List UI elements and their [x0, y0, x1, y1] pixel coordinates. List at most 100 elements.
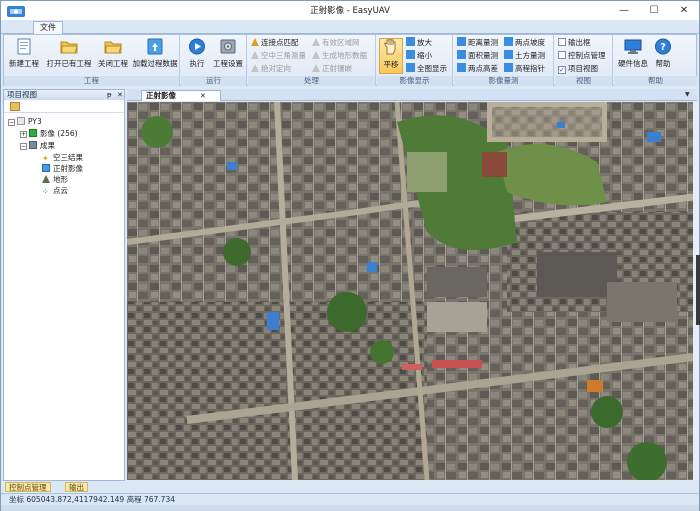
tab-control-points[interactable]: 控制点管理: [5, 482, 51, 492]
aerotriangulation-label: 空中三角测量: [261, 51, 306, 60]
slope-button[interactable]: 两点坡度: [504, 37, 545, 48]
aerotriangulation-button[interactable]: 空中三角测量: [251, 50, 306, 61]
area-measure-button[interactable]: 面积量测: [457, 50, 498, 61]
control-point-label: 控制点管理: [568, 51, 606, 60]
group-view-label: 视图: [555, 76, 612, 86]
document-tab-strip: 正射影像 ✕ ▼: [127, 89, 697, 101]
control-point-checkbox[interactable]: [558, 51, 566, 59]
monitor-icon: [624, 39, 642, 54]
panel-close-icon[interactable]: ✕: [117, 90, 123, 100]
pan-button[interactable]: 平移: [379, 38, 403, 74]
minimize-button[interactable]: —: [609, 1, 639, 20]
ortho-mosaic-button[interactable]: 正射镶嵌: [312, 63, 352, 74]
tree-item-results[interactable]: − 成果: [20, 140, 55, 151]
collapse-icon[interactable]: −: [8, 119, 15, 126]
elevation-icon: [504, 63, 513, 72]
tree-images-label: 影像 (256): [40, 129, 78, 138]
tree-item-terrain[interactable]: 地形: [42, 174, 68, 185]
expand-icon[interactable]: +: [20, 131, 27, 138]
load-process-data-label: 加载过程数据: [132, 59, 178, 68]
execute-label: 执行: [189, 59, 205, 68]
group-project-label: 工程: [4, 76, 179, 86]
group-process-label: 处理: [248, 76, 375, 86]
results-icon: [29, 141, 37, 149]
control-point-toggle[interactable]: 控制点管理: [558, 50, 606, 61]
new-project-label: 新建工程: [9, 59, 39, 68]
hardware-info-button[interactable]: 硬件信息: [616, 38, 650, 74]
group-image-display-label: 影像显示: [377, 76, 452, 86]
zoom-out-button[interactable]: 缩小: [406, 50, 432, 61]
tree-item-orthophoto[interactable]: 正射影像: [42, 163, 83, 174]
app-window: 正射影像 - EasyUAV — ☐ ✕ 文件 新建工程 打开已有工程 关闭工程: [0, 0, 700, 511]
area-measure-label: 面积量测: [468, 51, 498, 60]
height-diff-button[interactable]: 两点高差: [457, 63, 498, 74]
tree-item-pointcloud[interactable]: ⁘ 点云: [42, 185, 68, 196]
group-help-label: 帮助: [614, 76, 697, 86]
warning-icon: [251, 64, 259, 72]
bottom-border: [1, 505, 699, 511]
project-view-label: 项目视图: [568, 64, 598, 73]
distance-measure-button[interactable]: 距离量测: [457, 37, 498, 48]
absolute-orientation-label: 绝对定向: [261, 64, 291, 73]
tab-file[interactable]: 文件: [33, 21, 63, 34]
tree-item-root[interactable]: − PY3: [8, 116, 42, 127]
output-box-checkbox[interactable]: [558, 38, 566, 46]
valid-area-mesh-label: 有效区域网: [322, 38, 360, 47]
tab-orthophoto[interactable]: 正射影像 ✕: [141, 90, 221, 101]
generate-terrain-button[interactable]: 生成地形数据: [312, 50, 367, 61]
warning-icon: [312, 51, 320, 59]
close-button[interactable]: ✕: [669, 1, 699, 20]
help-button[interactable]: ? 帮助: [652, 38, 674, 74]
execute-button[interactable]: 执行: [184, 38, 210, 74]
tree-pointcloud-label: 点云: [53, 186, 68, 195]
height-diff-icon: [457, 63, 466, 72]
tie-point-matching-button[interactable]: 连接点匹配: [251, 37, 299, 48]
tree-item-aerotriangulation[interactable]: ✦ 空三结果: [42, 152, 83, 163]
warning-icon: [312, 38, 320, 46]
open-project-button[interactable]: 打开已有工程: [44, 38, 94, 74]
window-title: 正射影像 - EasyUAV: [310, 6, 390, 16]
pointcloud-icon: ⁘: [42, 187, 49, 196]
new-project-button[interactable]: 新建工程: [7, 38, 41, 74]
panel-title: 项目视图: [7, 90, 37, 99]
zoom-in-label: 放大: [417, 38, 432, 47]
tab-output[interactable]: 输出: [65, 482, 88, 492]
slope-icon: [504, 37, 513, 46]
group-process: 连接点匹配 空中三角测量 绝对定向 有效区域网 生成地形数据 正射镶嵌 处理: [248, 35, 376, 86]
close-project-button[interactable]: 关闭工程: [96, 38, 130, 74]
project-view-checkbox[interactable]: ✓: [558, 66, 566, 74]
tab-list-dropdown-icon[interactable]: ▼: [685, 91, 690, 98]
full-extent-icon: [406, 63, 415, 72]
tree-item-images[interactable]: + 影像 (256): [20, 128, 78, 139]
full-extent-button[interactable]: 全图显示: [406, 63, 447, 74]
maximize-button[interactable]: ☐: [639, 1, 669, 20]
project-view-toggle[interactable]: ✓ 项目视图: [558, 63, 598, 74]
help-label: 帮助: [655, 59, 671, 68]
folder-icon[interactable]: [10, 102, 20, 111]
tree-results-label: 成果: [40, 141, 55, 150]
load-process-data-button[interactable]: 加载过程数据: [130, 38, 180, 74]
ribbon: 新建工程 打开已有工程 关闭工程 加载过程数据 工程 执行 工程设置 运行 连接…: [3, 34, 697, 86]
group-help: 硬件信息 ? 帮助 帮助: [614, 35, 697, 86]
status-bar: 坐标 605043.872,4117942.149 高程 767.734: [1, 493, 699, 505]
tab-close-icon[interactable]: ✕: [200, 91, 206, 101]
terrain-icon: [42, 175, 50, 183]
absolute-orientation-button[interactable]: 绝对定向: [251, 63, 291, 74]
elevation-pointer-button[interactable]: 高程指针: [504, 63, 545, 74]
pin-icon[interactable]: ᵽ: [107, 90, 112, 100]
bottom-panel-tabs: 控制点管理 输出: [3, 481, 127, 492]
valid-area-mesh-button[interactable]: 有效区域网: [312, 37, 360, 48]
doc-tab-label: 正射影像: [146, 91, 176, 100]
ribbon-tab-strip: 文件: [1, 20, 699, 34]
zoom-in-button[interactable]: 放大: [406, 37, 432, 48]
orthophoto-viewport[interactable]: [127, 102, 693, 480]
output-box-toggle[interactable]: 输出框: [558, 37, 591, 48]
window-edge: [696, 255, 700, 325]
ortho-mosaic-label: 正射镶嵌: [322, 64, 352, 73]
collapse-icon[interactable]: −: [20, 143, 27, 150]
slope-label: 两点坡度: [515, 38, 545, 47]
volume-measure-button[interactable]: 土方量测: [504, 50, 545, 61]
zoom-out-label: 缩小: [417, 51, 432, 60]
close-folder-icon: [104, 41, 122, 54]
project-settings-button[interactable]: 工程设置: [211, 38, 245, 74]
